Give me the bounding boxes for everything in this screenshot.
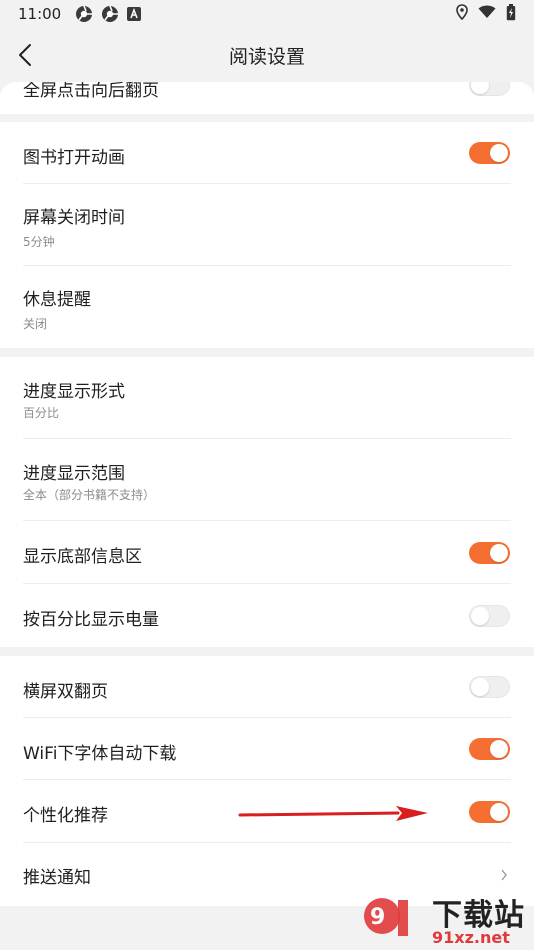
row-label: 休息提醒 — [23, 290, 91, 310]
row-value: 百分比 — [23, 406, 60, 420]
settings-card-3: 横屏双翻页 WiFi下字体自动下载 个性化推荐 推送通知 — [0, 656, 534, 906]
wifi-icon — [478, 5, 496, 23]
row-value: 关闭 — [23, 317, 48, 331]
row-label: 按百分比显示电量 — [23, 610, 159, 630]
toggle-switch[interactable] — [469, 738, 510, 760]
settings-row-wifi-font-download[interactable]: WiFi下字体自动下载 — [0, 718, 534, 780]
back-button[interactable] — [10, 40, 40, 70]
settings-row-progress-format[interactable]: 进度显示形式 百分比 — [0, 357, 534, 439]
chevron-right-icon — [501, 869, 507, 881]
settings-row-fullscreen-tap[interactable]: 全屏点击向后翻页 — [0, 82, 534, 114]
settings-row-progress-range[interactable]: 进度显示范围 全本（部分书籍不支持） — [0, 439, 534, 521]
settings-card-partial: 全屏点击向后翻页 — [0, 82, 534, 114]
settings-row-landscape-double[interactable]: 横屏双翻页 — [0, 656, 534, 718]
row-label: 进度显示范围 — [23, 464, 125, 484]
toggle-switch[interactable] — [469, 605, 510, 627]
battery-icon — [506, 3, 516, 25]
app-icon — [127, 7, 142, 21]
annotation-arrow-icon — [238, 806, 428, 821]
settings-row-screen-off-time[interactable]: 屏幕关闭时间 5分钟 — [0, 184, 534, 266]
chrome-icon — [101, 5, 119, 23]
row-label: 个性化推荐 — [23, 806, 108, 826]
settings-row-battery-percent[interactable]: 按百分比显示电量 — [0, 584, 534, 647]
svg-text:9: 9 — [370, 905, 385, 930]
row-label: 图书打开动画 — [23, 148, 125, 168]
toggle-switch[interactable] — [469, 142, 510, 164]
row-value: 5分钟 — [23, 235, 55, 249]
row-label: 推送通知 — [23, 868, 91, 888]
page-title: 阅读设置 — [228, 45, 305, 68]
chevron-left-icon — [19, 44, 31, 66]
location-icon — [456, 4, 468, 24]
settings-card-2: 进度显示形式 百分比 进度显示范围 全本（部分书籍不支持） 显示底部信息区 按百… — [0, 357, 534, 647]
settings-card-1: 图书打开动画 屏幕关闭时间 5分钟 休息提醒 关闭 — [0, 122, 534, 348]
row-label: 进度显示形式 — [23, 382, 125, 402]
status-bar: 11:00 — [0, 0, 534, 28]
settings-row-book-open-animation[interactable]: 图书打开动画 — [0, 122, 534, 184]
settings-row-bottom-info[interactable]: 显示底部信息区 — [0, 521, 534, 584]
row-label: WiFi下字体自动下载 — [23, 744, 177, 764]
row-value: 全本（部分书籍不支持） — [23, 488, 156, 502]
watermark-logo: 9 下载站 91xz.net — [360, 888, 534, 950]
row-label: 显示底部信息区 — [23, 547, 142, 567]
row-label: 屏幕关闭时间 — [23, 208, 125, 228]
row-label: 全屏点击向后翻页 — [23, 82, 159, 101]
settings-row-rest-reminder[interactable]: 休息提醒 关闭 — [0, 266, 534, 348]
toggle-switch[interactable] — [469, 82, 510, 96]
toggle-switch[interactable] — [469, 676, 510, 698]
status-time: 11:00 — [18, 5, 62, 23]
toggle-switch[interactable] — [469, 542, 510, 564]
row-label: 横屏双翻页 — [23, 682, 108, 702]
watermark-domain: 91xz.net — [432, 928, 510, 947]
toggle-switch[interactable] — [469, 801, 510, 823]
chrome-icon — [75, 5, 93, 23]
nav-bar: 阅读设置 — [0, 28, 534, 82]
